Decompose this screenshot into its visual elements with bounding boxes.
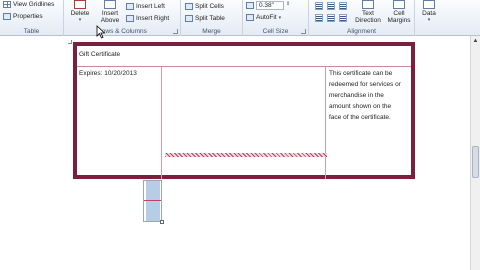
align-top-left-icon[interactable] (315, 2, 323, 10)
selected-small-table[interactable] (143, 180, 162, 222)
cell-size-launcher-icon[interactable] (301, 29, 306, 34)
alignment-group: Text Direction Cell Margins Alignment (309, 0, 415, 36)
text-direction-label-2: Direction (355, 17, 381, 24)
view-gridlines-button[interactable]: View Gridlines (3, 1, 54, 8)
table-resize-handle[interactable] (160, 220, 164, 224)
delete-label: Delete (70, 10, 90, 17)
align-top-right-icon[interactable] (339, 2, 347, 10)
description-line-4: amount shown on the (329, 103, 392, 110)
description-line-2: redeemed for services or (329, 81, 401, 88)
merge-group-name: Merge (202, 28, 221, 35)
view-gridlines-label: View Gridlines (13, 1, 55, 8)
insert-right-icon (126, 15, 134, 22)
insert-left-button[interactable]: Insert Left (126, 3, 165, 10)
data-group: Data ▾ (415, 0, 480, 36)
insert-above-label-2: Above (100, 17, 120, 24)
scrollbar-thumb[interactable] (472, 146, 479, 178)
split-cells-icon (185, 3, 193, 10)
column-divider-1 (161, 67, 162, 179)
align-center-icon[interactable] (327, 14, 335, 22)
description-line-3: merchandise in the (329, 92, 384, 99)
insert-above-button[interactable]: Insert Above (98, 0, 122, 24)
description-cell: This certificate can be redeemed for ser… (329, 68, 409, 123)
properties-button[interactable]: Properties (3, 13, 43, 20)
cell-size-group-name: Cell Size (262, 28, 289, 35)
mouse-pointer-icon (96, 25, 106, 39)
split-table-icon (185, 15, 193, 22)
split-cells-label: Split Cells (195, 3, 224, 10)
margin-corner-marker (68, 40, 72, 44)
align-center-right-icon[interactable] (339, 14, 347, 22)
title-row[interactable]: Gift Certificate (77, 46, 411, 67)
row-height-icon (246, 2, 254, 9)
small-table-divider (144, 200, 161, 201)
row-resize-indicator[interactable] (165, 153, 327, 157)
merge-group: Split Cells Split Table Merge (181, 0, 243, 36)
delete-table-icon (74, 0, 86, 9)
autofit-label: AutoFit (256, 14, 277, 21)
insert-right-button[interactable]: Insert Right (126, 15, 169, 22)
description-line-5: face of the certificate. (329, 114, 391, 121)
cell-margins-icon (393, 0, 405, 9)
insert-above-label-1: Insert (101, 10, 119, 17)
table-group: View Gridlines Properties Table (0, 0, 64, 36)
row-height-input[interactable]: 0.38" (256, 1, 284, 10)
delete-dropdown-icon: ▾ (78, 17, 82, 23)
data-dropdown-icon: ▾ (427, 17, 431, 23)
delete-button[interactable]: Delete ▾ (68, 0, 92, 24)
table-group-name: Table (23, 28, 40, 35)
alignment-group-name: Alignment (347, 28, 376, 35)
align-top-center-icon[interactable] (327, 2, 335, 10)
cell-size-group: 0.38" ⇕ AutoFit ▾ Cell Size (243, 0, 309, 36)
height-spinner-icon[interactable]: ⇕ (286, 1, 290, 7)
rows-columns-launcher-icon[interactable] (173, 29, 178, 34)
rows-columns-group: Delete ▾ Insert Above Insert Left Insert… (64, 0, 181, 36)
data-button[interactable]: Data ▾ (418, 0, 440, 24)
cell-margins-label-2: Margins (387, 17, 411, 24)
cell-margins-button[interactable]: Cell Margins (386, 0, 412, 24)
insert-right-label: Insert Right (136, 15, 170, 22)
autofit-icon (246, 14, 254, 21)
split-table-label: Split Table (195, 15, 225, 22)
autofit-button[interactable]: AutoFit ▾ (246, 14, 281, 21)
left-margin (0, 36, 12, 270)
insert-left-label: Insert Left (136, 3, 165, 10)
text-direction-button[interactable]: Text Direction (353, 0, 383, 24)
selected-cell-highlight (146, 181, 160, 221)
align-center-left-icon[interactable] (315, 14, 323, 22)
insert-above-icon (104, 0, 116, 9)
split-table-button[interactable]: Split Table (185, 15, 225, 22)
rows-columns-group-name: Rows & Columns (97, 28, 147, 35)
cell-margins-label-1: Cell (393, 10, 405, 17)
data-icon (423, 0, 435, 9)
expires-text: Expires: 10/20/2013 (79, 70, 137, 77)
insert-left-icon (126, 3, 134, 10)
description-line-1: This certificate can be (329, 70, 393, 77)
text-direction-icon (362, 0, 374, 9)
gridlines-icon (3, 1, 11, 8)
data-label: Data (422, 10, 436, 17)
split-cells-button[interactable]: Split Cells (185, 3, 224, 10)
column-divider-2 (325, 67, 326, 179)
vertical-scrollbar[interactable]: ▲ (470, 36, 480, 270)
autofit-dropdown-icon: ▾ (278, 14, 282, 21)
scroll-up-icon[interactable]: ▲ (472, 38, 479, 44)
properties-label: Properties (13, 13, 43, 20)
ribbon: View Gridlines Properties Table Delete ▾… (0, 0, 480, 36)
title-cell-text: Gift Certificate (79, 51, 121, 58)
gift-certificate-table[interactable]: Gift Certificate Expires: 10/20/2013 Thi… (73, 42, 415, 179)
text-direction-label-1: Text (362, 10, 374, 17)
properties-icon (3, 13, 11, 20)
